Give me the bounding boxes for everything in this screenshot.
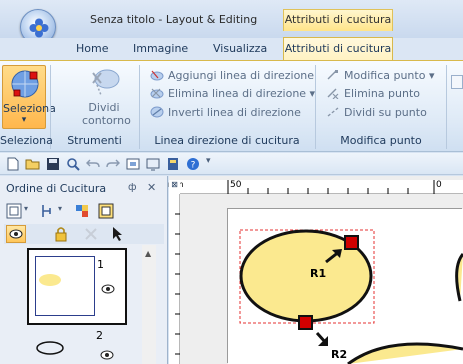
redo-icon[interactable] (106, 157, 120, 171)
vruler-ticks (175, 213, 180, 355)
scroll-up-arrow[interactable]: ▲ (145, 249, 151, 258)
sort-order-icon[interactable] (40, 203, 56, 219)
eye-icon (9, 229, 23, 239)
delete-direction-line-button[interactable]: Elimina linea di direzione ▾ (150, 86, 315, 102)
item-2-number: 2 (96, 329, 103, 342)
tab-home[interactable]: Home (76, 38, 108, 60)
quick-access-toolbar: ? ▾ (0, 153, 463, 175)
vertical-ruler (169, 194, 180, 364)
region-label-r1: R1 (310, 267, 327, 280)
zoom-icon[interactable] (66, 157, 80, 171)
fit-dropdown-arrow[interactable]: ▾ (24, 204, 28, 213)
select-button-label: Seleziona (3, 102, 56, 115)
preview-icon[interactable] (126, 157, 140, 171)
select-dropdown-arrow: ▾ (21, 115, 27, 125)
item-1-thumbnail (35, 256, 95, 316)
color-order-icon[interactable] (74, 203, 90, 219)
delete-point-button[interactable]: Elimina punto (326, 86, 420, 102)
horizontal-ruler: mm 50 0 (168, 180, 463, 194)
invert-direction-line-button[interactable]: Inverti linea di direzione (150, 105, 301, 121)
ruler-ticks (227, 180, 435, 194)
tab-immagine[interactable]: Immagine (133, 38, 188, 60)
app-logo-icon (29, 18, 49, 38)
arrow-cursor-icon[interactable] (112, 226, 124, 242)
add-direction-line-label: Aggiungi linea di direzione (168, 69, 315, 82)
panel-toolbar-2 (4, 224, 164, 244)
region-label-r2: R2 (331, 348, 348, 361)
stitch-simulator-icon[interactable] (166, 157, 180, 171)
r2-direction-handle[interactable] (298, 315, 313, 330)
stitch-order-item-2[interactable]: 2 (27, 328, 127, 364)
delete-point-label: Elimina punto (344, 87, 421, 100)
ribbon: Seleziona ▾ Dividi contorno Aggiungi lin… (0, 60, 463, 152)
ruler-corner: ⊠ (169, 180, 180, 194)
sort-dropdown-arrow[interactable]: ▾ (58, 204, 62, 213)
add-direction-line-icon (150, 70, 164, 81)
split-at-point-label: Dividi su punto (344, 106, 427, 119)
stitch-order-panel-title: Ordine di Cucitura (6, 182, 107, 195)
visibility-toggle-button[interactable] (6, 225, 26, 243)
tab-visualizza[interactable]: Visualizza (213, 38, 267, 60)
lock-icon[interactable] (54, 226, 68, 242)
frame-view-icon[interactable] (98, 203, 114, 219)
split-contour-button[interactable]: Dividi contorno (82, 65, 131, 129)
edit-point-label: Modifica punto ▾ (344, 69, 435, 82)
edit-point-button[interactable]: Modifica punto ▾ (326, 68, 434, 84)
item-1-number: 1 (97, 258, 104, 271)
fit-icon[interactable] (6, 203, 22, 219)
window-title: Senza titolo - Layout & Editing (90, 13, 258, 26)
r1-direction-handle[interactable] (344, 235, 359, 250)
group-label-tools: Strumenti (67, 134, 122, 147)
split-contour-label-1: Dividi (88, 101, 120, 114)
add-direction-line-button[interactable]: Aggiungi linea di direzione (150, 68, 314, 84)
select-button[interactable]: Seleziona ▾ (2, 65, 56, 129)
disabled-tool-icon[interactable] (84, 227, 98, 241)
save-icon[interactable] (46, 157, 60, 171)
panel-scrollbar[interactable]: ▲ (142, 245, 156, 364)
group-label-direction-line: Linea direzione di cucitura (154, 134, 300, 147)
panel-toolbar-1: ▾ ▾ (4, 199, 164, 223)
tab-attributi-di-cucitura[interactable]: Attributi di cucitura (283, 37, 393, 61)
split-contour-label-2: contorno (82, 114, 131, 127)
yellow-ellipse-thumbnail-icon (39, 274, 61, 286)
panel-pin-button[interactable]: ф (128, 182, 137, 193)
item-2-eye-icon[interactable] (100, 350, 114, 360)
item-1-eye-icon[interactable] (101, 284, 115, 294)
delete-point-icon (327, 88, 339, 99)
undo-icon[interactable] (86, 157, 100, 171)
panel-close-button[interactable]: ✕ (147, 181, 156, 194)
select-tool-icon (11, 70, 39, 98)
outline-ellipse-thumbnail-icon (36, 341, 64, 355)
stitch-order-item-1[interactable]: 1 (27, 248, 127, 325)
context-tab-header: Attributi di cucitura (283, 9, 393, 31)
ribbon-tab-row: Home Immagine Visualizza (0, 38, 463, 60)
next-group-button[interactable] (451, 75, 463, 89)
invert-direction-line-label: Inverti linea di direzione (168, 106, 301, 119)
partial-ellipse-right[interactable] (455, 253, 463, 302)
group-label-edit-point: Modifica punto (340, 134, 422, 147)
svg-text:?: ? (191, 161, 196, 171)
delete-direction-line-icon (150, 88, 164, 99)
delete-direction-line-label: Elimina linea di direzione ▾ (168, 87, 316, 100)
open-folder-icon[interactable] (25, 157, 41, 171)
edit-point-icon (327, 70, 338, 80)
design-canvas-shapes (239, 229, 463, 364)
split-at-point-button[interactable]: Dividi su punto (326, 105, 427, 121)
partial-ellipse-bottom[interactable] (347, 342, 463, 364)
invert-direction-line-icon (150, 106, 164, 118)
help-icon[interactable]: ? (186, 157, 200, 171)
qat-customize-dropdown[interactable]: ▾ (206, 156, 211, 166)
new-file-icon[interactable] (6, 157, 20, 171)
split-at-point-icon (327, 107, 339, 117)
group-label-select: Seleziona (0, 134, 53, 147)
split-contour-icon (92, 69, 120, 96)
display-icon[interactable] (146, 157, 160, 171)
